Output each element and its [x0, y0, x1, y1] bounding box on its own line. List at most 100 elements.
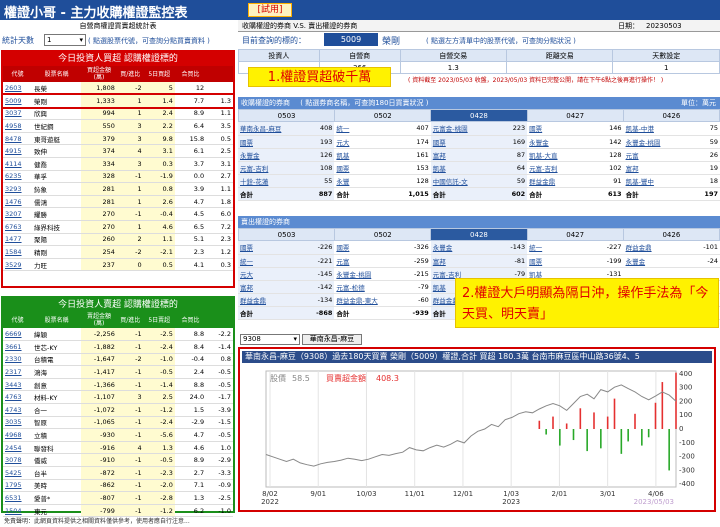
broker-name-link[interactable]: 永豐金-桃園 [623, 135, 686, 149]
broker-name-link[interactable]: 永豐金 [430, 241, 494, 255]
broker-select[interactable]: 9308 ▾ [240, 334, 300, 345]
broker-name-link[interactable]: 中國信託-文 [430, 174, 494, 188]
broker-name-link[interactable]: 國票 [238, 241, 301, 255]
broker-name-link[interactable]: 元大 [238, 267, 301, 281]
broker-name-link[interactable]: 元富 [334, 254, 397, 268]
sell-table-row[interactable]: 2317 鴻海 -1,417 -1 -0.5 2.4 -0.5 [3, 365, 233, 379]
stock-code-link[interactable]: 2454 [3, 441, 33, 455]
stock-code-link[interactable]: 6531 [3, 491, 33, 505]
stock-code-link[interactable]: 2330 [3, 353, 33, 367]
sell-table-row[interactable]: 5425 台半 -872 -1 -2.3 2.7 -3.3 [3, 466, 233, 480]
stock-code-link[interactable]: 1795 [3, 479, 33, 493]
broker-name-link[interactable]: 國票 [334, 161, 397, 175]
buy-table-row[interactable]: 1476 儒鴻 281 1 2.6 4.7 1.8 [3, 195, 233, 209]
broker-name-link[interactable]: 群益金鼎 [623, 241, 686, 255]
sell-table-row[interactable]: 2330 台積電 -1,647 -2 -1.0 -0.4 0.8 [3, 353, 233, 367]
broker-query-button[interactable]: 華南永昌-麻豆 [302, 334, 362, 345]
broker-name-link[interactable]: 永豐金-桃園 [334, 267, 397, 281]
buy-table-row[interactable]: 2603 長榮 1,808 -2 5 12 [3, 82, 233, 96]
broker-name-link[interactable]: 群益金鼎 [527, 174, 590, 188]
stock-code-link[interactable]: 8478 [3, 132, 33, 146]
buy-table-row[interactable]: 4915 致伸 374 4 3.1 6.1 2.5 [3, 144, 233, 159]
broker-name-link[interactable]: 國票 [527, 122, 590, 136]
broker-name-link[interactable]: 永豐金 [527, 135, 590, 149]
buy-table-row[interactable]: 3207 耀勝 270 -1 -0.4 4.5 6.0 [3, 207, 233, 222]
buy-table-row[interactable]: 6235 華孚 328 -1 -1.9 0.0 2.7 [3, 170, 233, 184]
broker-name-link[interactable]: 凱基-中港 [623, 122, 686, 136]
buy-table-row[interactable]: 3037 欣興 994 1 2.4 8.9 1.1 [3, 107, 233, 121]
stock-code-link[interactable]: 4958 [3, 119, 33, 133]
broker-name-link[interactable]: 元大 [334, 135, 397, 149]
buy-table-row[interactable]: 3529 力旺 237 0 0.5 4.1 0.3 [3, 258, 233, 272]
stock-code-link[interactable]: 3078 [3, 453, 33, 468]
broker-name-link[interactable]: 元富 [623, 148, 686, 162]
stock-code-link[interactable]: 2603 [3, 82, 33, 96]
stock-code-link[interactable]: 5425 [3, 466, 33, 480]
broker-name-link[interactable]: 富邦 [430, 148, 494, 162]
stock-code-link[interactable]: 2317 [3, 365, 33, 379]
stock-code-link[interactable]: 3443 [3, 378, 33, 392]
buy-table-row[interactable]: 6763 綠界科技 270 1 4.6 6.5 7.2 [3, 220, 233, 234]
buy-table-row[interactable]: 8478 東哥遊艇 379 3 9.8 15.8 0.5 [3, 132, 233, 146]
sell-table-row[interactable]: 3661 世芯-KY -1,882 -1 -2.4 8.4 -1.4 [3, 340, 233, 354]
stock-code-link[interactable]: 4915 [3, 144, 33, 159]
stock-code-link[interactable]: 5009 [3, 94, 33, 108]
sell-table-row[interactable]: 3443 創意 -1,366 -1 -1.4 8.8 -0.5 [3, 378, 233, 392]
broker-name-link[interactable]: 凱基-大直 [527, 148, 590, 162]
sell-table-row[interactable]: 1795 美時 -862 -1 -2.0 7.1 -0.9 [3, 479, 233, 493]
buy-table-row[interactable]: 4958 世紀鋼 550 3 2.2 6.4 3.5 [3, 119, 233, 133]
stock-code-link[interactable]: 4763 [3, 390, 33, 405]
stock-code-link[interactable]: 1584 [3, 245, 33, 259]
sell-table-row[interactable]: 4968 立積 -930 -1 -5.6 4.7 -0.5 [3, 428, 233, 442]
sell-table-row[interactable]: 6669 緯穎 -2,256 -1 -2.5 8.8 -2.2 [3, 328, 233, 342]
broker-name-link[interactable]: 元富-松德 [334, 280, 397, 294]
sell-table-row[interactable]: 2454 聯發科 -916 4 1.3 4.6 1.0 [3, 441, 233, 455]
broker-name-link[interactable]: 富邦 [430, 254, 494, 268]
buy-table-row[interactable]: 5009 榮剛 1,333 1 1.4 7.7 1.3 [1, 92, 235, 110]
broker-name-link[interactable]: 永豐金 [623, 254, 686, 268]
sell-table-row[interactable]: 4743 合一 -1,072 -1 -1.2 1.5 -3.9 [3, 403, 233, 417]
broker-name-link[interactable]: 統一 [238, 254, 301, 268]
stock-code-link[interactable]: 6669 [3, 328, 33, 342]
broker-name-link[interactable]: 十銓-花蓮 [238, 174, 301, 188]
broker-name-link[interactable]: 國票 [334, 241, 397, 255]
sell-table-row[interactable]: 3035 智原 -1,065 -1 -2.4 -2.9 -1.5 [3, 416, 233, 430]
broker-name-link[interactable]: 富邦 [623, 161, 686, 175]
broker-name-link[interactable]: 永豐金 [238, 148, 301, 162]
broker-name-link[interactable]: 群益金鼎 [238, 293, 301, 307]
sell-table-row[interactable]: 3078 僑威 -910 -1 -0.5 8.9 -2.9 [3, 453, 233, 468]
buy-table-row[interactable]: 1477 聚陽 260 2 1.1 5.1 2.3 [3, 233, 233, 247]
sell-table-row[interactable]: 4763 材料-KY -1,107 3 2.5 24.0 -1.7 [3, 390, 233, 405]
buy-table-row[interactable]: 3293 鈊象 281 1 0.8 3.9 1.1 [3, 182, 233, 196]
buy-table-row[interactable]: 1584 精剛 254 -2 -2.1 2.3 1.2 [3, 245, 233, 259]
broker-name-link[interactable]: 富邦 [238, 280, 301, 294]
broker-name-link[interactable]: 華南永昌-麻豆 [238, 122, 301, 136]
stock-code-link[interactable]: 1476 [3, 195, 33, 209]
broker-name-link[interactable]: 統一 [527, 241, 590, 255]
broker-name-link[interactable]: 凱基-豐中 [623, 174, 686, 188]
stock-code-link[interactable]: 3661 [3, 340, 33, 354]
stock-code-link[interactable]: 3293 [3, 182, 33, 196]
broker-name-link[interactable]: 國票 [238, 135, 301, 149]
broker-name-link[interactable]: 群益金鼎-東大 [334, 293, 397, 307]
broker-name-link[interactable]: 元富金-桃園 [430, 122, 494, 136]
buy-table-row[interactable]: 4114 健喬 334 3 0.3 3.7 3.1 [3, 157, 233, 171]
stock-code-link[interactable]: 3529 [3, 258, 33, 272]
broker-name-link[interactable]: 永豐 [334, 174, 397, 188]
broker-name-link[interactable]: 統一 [334, 122, 397, 136]
broker-name-link[interactable]: 國票 [430, 135, 494, 149]
stock-code-link[interactable]: 6763 [3, 220, 33, 234]
stock-code-link[interactable]: 3035 [3, 416, 33, 430]
stock-code-link[interactable]: 6235 [3, 170, 33, 184]
stock-code-link[interactable]: 1477 [3, 233, 33, 247]
stat-days-select[interactable]: 1 ▾ [44, 34, 86, 46]
stock-code-link[interactable]: 3037 [3, 107, 33, 121]
stock-code-link[interactable]: 4968 [3, 428, 33, 442]
broker-name-link[interactable]: 元富-吉利 [238, 161, 301, 175]
sell-table-row[interactable]: 6531 愛普* -807 -1 -2.8 1.3 -2.5 [3, 491, 233, 505]
broker-name-link[interactable]: 國票 [527, 254, 590, 268]
stock-code-link[interactable]: 3207 [3, 207, 33, 222]
broker-name-link[interactable]: 凱基 [334, 148, 397, 162]
stock-code-link[interactable]: 4743 [3, 403, 33, 417]
broker-name-link[interactable]: 凱基 [430, 161, 494, 175]
